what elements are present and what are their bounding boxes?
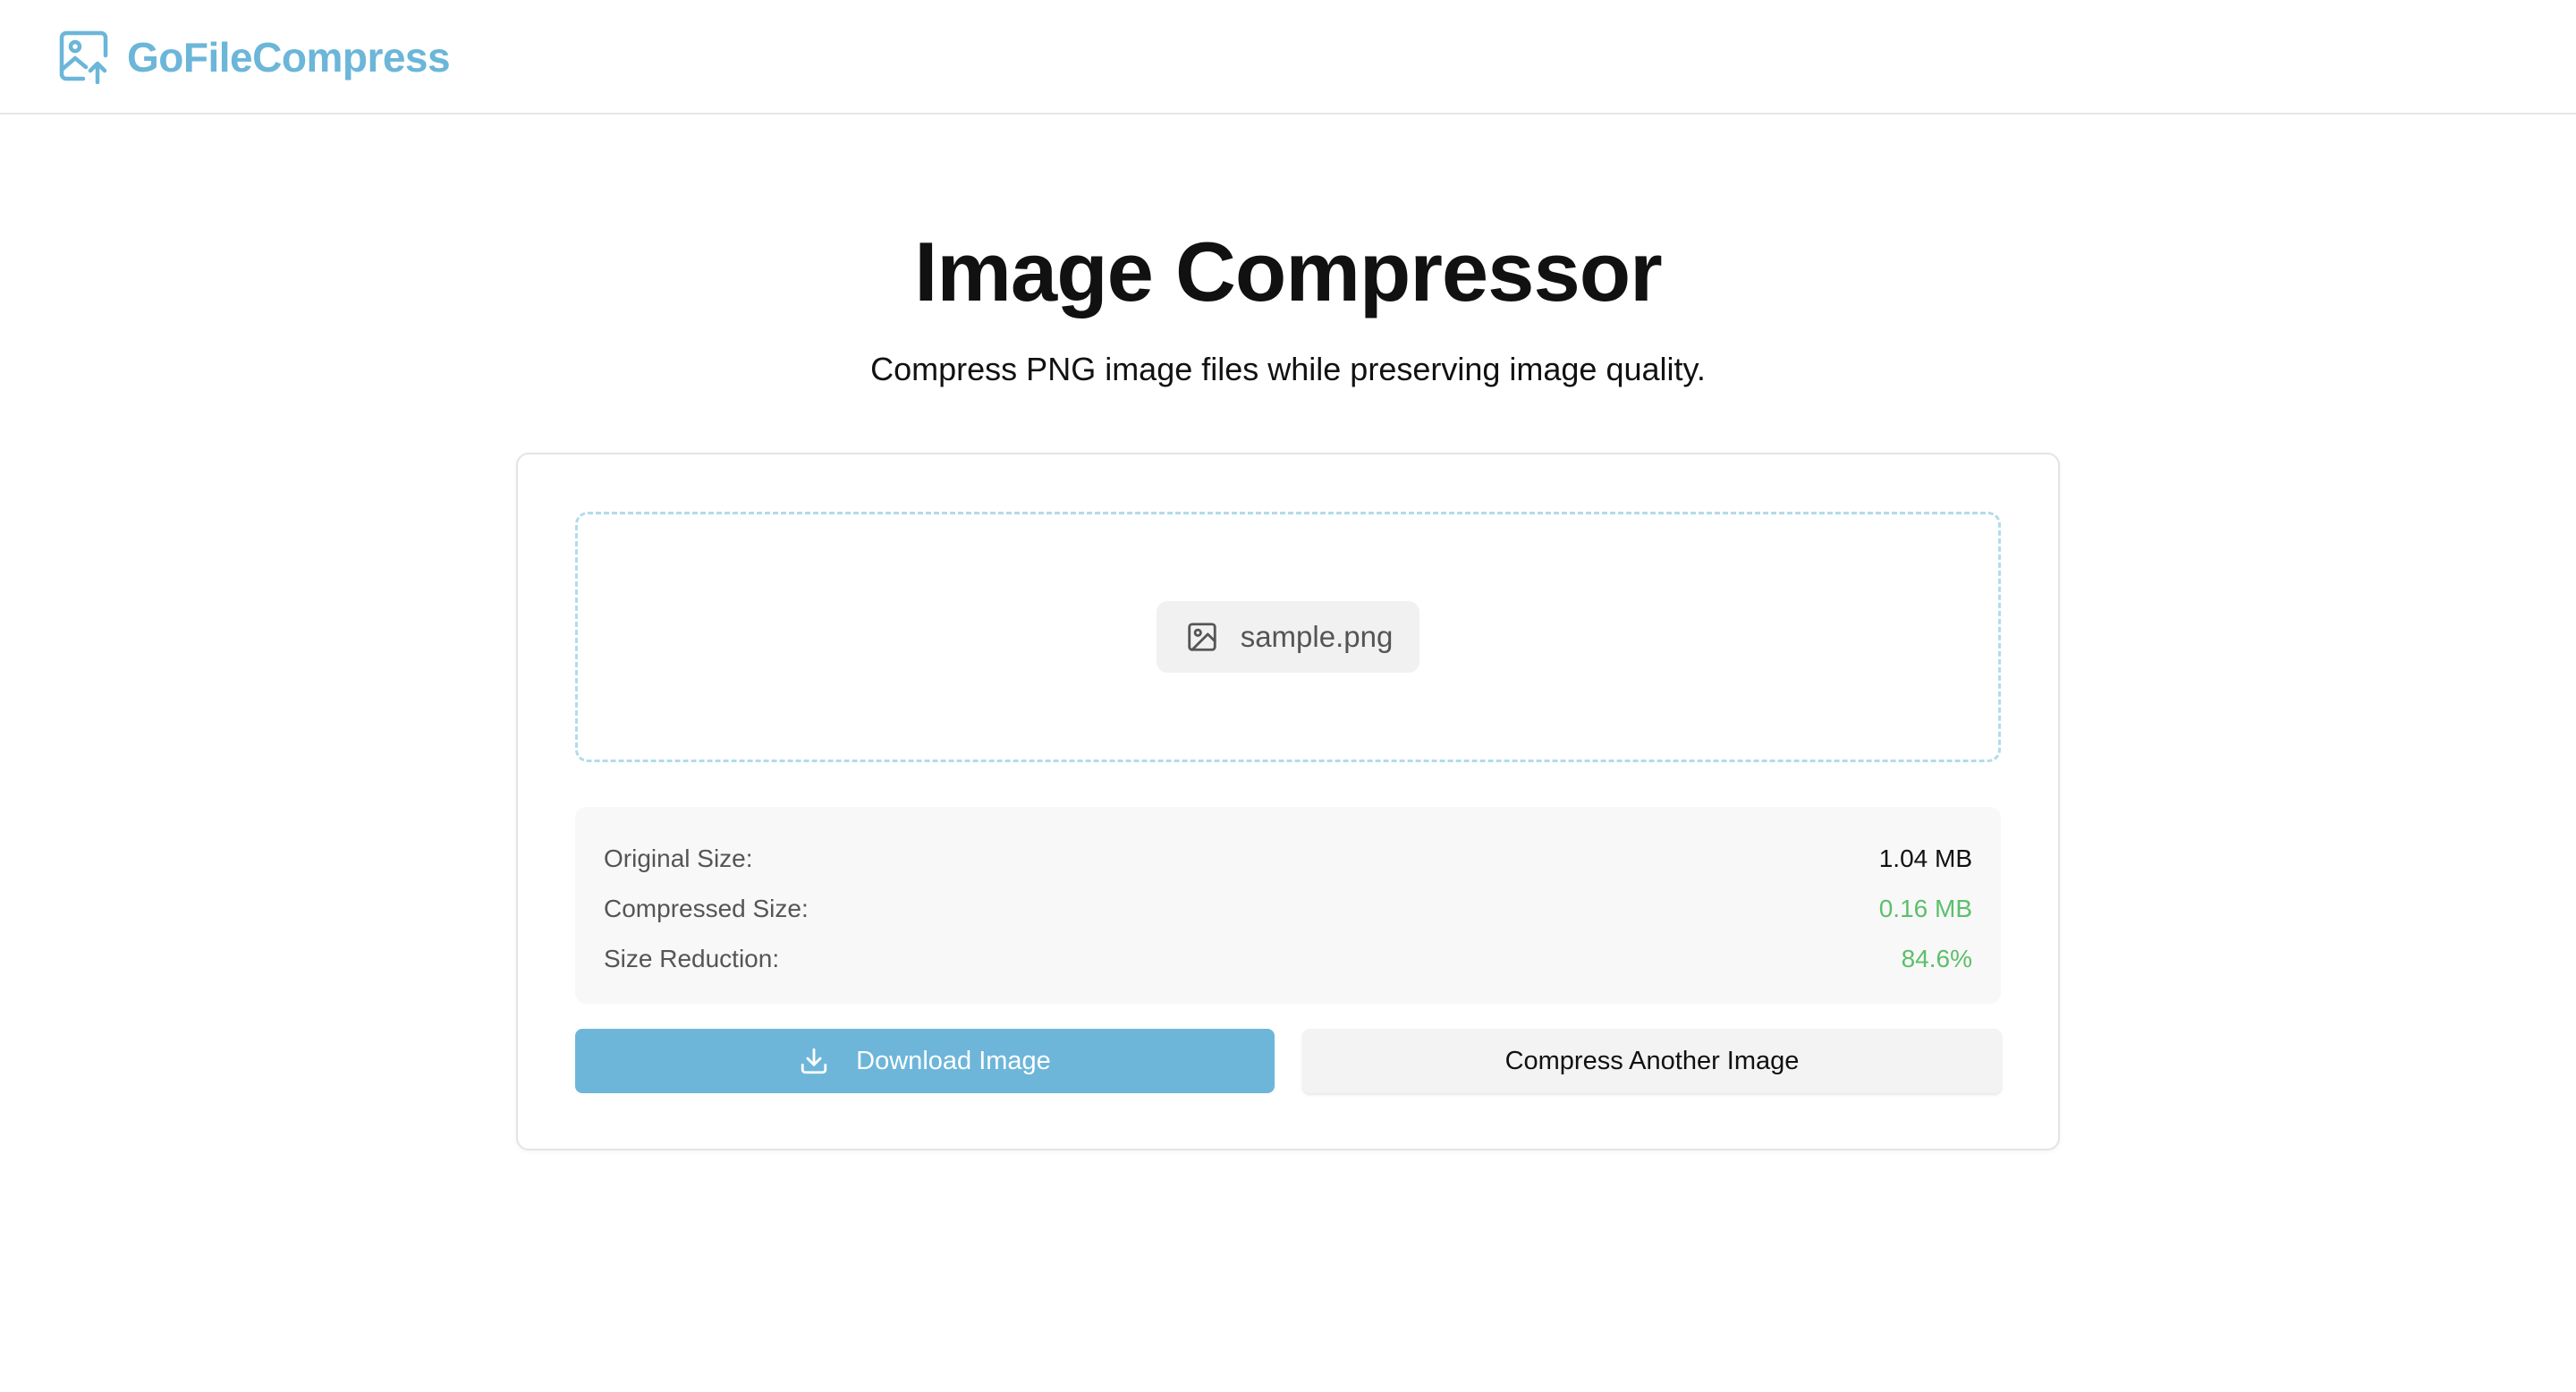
compress-another-button[interactable]: Compress Another Image bbox=[1302, 1029, 2002, 1093]
stat-row-compressed-size: Compressed Size: 0.16 MB bbox=[604, 884, 1972, 934]
compressor-card: sample.png Original Size: 1.04 MB Compre… bbox=[516, 453, 2060, 1150]
page-title: Image Compressor bbox=[914, 225, 1663, 318]
page-subtitle: Compress PNG image files while preservin… bbox=[870, 351, 1706, 387]
selected-file-chip: sample.png bbox=[1156, 601, 1420, 673]
image-upload-icon bbox=[59, 30, 108, 84]
download-icon bbox=[801, 1048, 827, 1074]
file-name: sample.png bbox=[1240, 620, 1394, 653]
file-dropzone[interactable]: sample.png bbox=[575, 512, 2001, 762]
image-file-icon bbox=[1188, 623, 1216, 651]
brand-name: GoFileCompress bbox=[127, 34, 451, 81]
download-image-label: Download Image bbox=[856, 1046, 1051, 1075]
compress-another-label: Compress Another Image bbox=[1504, 1046, 1800, 1075]
original-size-label: Original Size: bbox=[604, 845, 753, 872]
stat-row-original-size: Original Size: 1.04 MB bbox=[604, 834, 1972, 884]
compressed-size-label: Compressed Size: bbox=[604, 895, 809, 922]
size-reduction-label: Size Reduction: bbox=[604, 945, 780, 972]
site-header: GoFileCompress bbox=[0, 0, 2576, 115]
compressed-size-value: 0.16 MB bbox=[1878, 895, 1972, 922]
compression-stats: Original Size: 1.04 MB Compressed Size: … bbox=[575, 807, 2001, 1004]
size-reduction-value: 84.6% bbox=[1901, 945, 1972, 972]
stat-row-size-reduction: Size Reduction: 84.6% bbox=[604, 934, 1972, 984]
original-size-value: 1.04 MB bbox=[1878, 845, 1972, 872]
download-image-button[interactable]: Download Image bbox=[575, 1029, 1275, 1093]
brand-logo-link[interactable]: GoFileCompress bbox=[59, 30, 451, 84]
